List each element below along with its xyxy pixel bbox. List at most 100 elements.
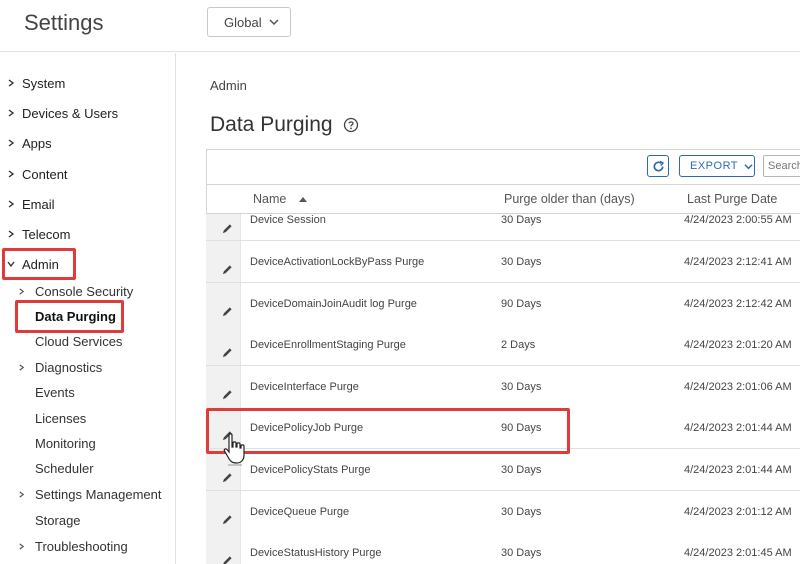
chevron-down-icon: [7, 261, 15, 268]
sidebar-item-admin[interactable]: Admin: [0, 252, 59, 276]
cell-last-purge-date: 4/24/2023 2:01:44 AM: [684, 422, 792, 435]
sidebar-subitem-label: Diagnostics: [35, 359, 103, 375]
sidebar-subitem-diagnostics[interactable]: Diagnostics: [18, 356, 102, 378]
sidebar-subitem-label: Data Purging: [35, 308, 116, 324]
pencil-icon[interactable]: [222, 264, 233, 275]
org-group-selector[interactable]: Global: [207, 7, 291, 37]
edit-cell[interactable]: [206, 407, 241, 449]
chevron-right-icon: [8, 170, 15, 178]
chevron-down-icon: [269, 19, 279, 26]
sidebar-item-content[interactable]: Content: [0, 162, 68, 186]
chevron-right-icon: [8, 200, 15, 208]
cell-last-purge-date: 4/24/2023 2:01:45 AM: [684, 547, 792, 560]
sidebar-item-apps[interactable]: Apps: [0, 131, 52, 155]
edit-cell[interactable]: [206, 324, 241, 366]
sidebar-subitem-label: Storage: [35, 512, 81, 528]
column-header-last-purge-date[interactable]: Last Purge Date: [687, 192, 777, 206]
cell-name: DeviceActivationLockByPass Purge: [250, 256, 425, 268]
breadcrumb[interactable]: Admin: [210, 78, 247, 93]
edit-cell[interactable]: [206, 214, 241, 240]
refresh-icon: [653, 160, 664, 172]
cell-name: Device Session: [250, 214, 326, 226]
sidebar-subitem-storage[interactable]: Storage: [18, 509, 81, 531]
sidebar-subitem-scheduler[interactable]: Scheduler: [18, 457, 94, 479]
pencil-icon[interactable]: [222, 223, 233, 234]
table-row[interactable]: DeviceDomainJoinAudit log Purge 90 Days 4/…: [206, 282, 800, 325]
pencil-icon[interactable]: [222, 430, 233, 441]
column-header-purge-older-than[interactable]: Purge older than (days): [504, 192, 635, 206]
top-header: Settings Global: [0, 0, 800, 52]
table-row[interactable]: DeviceActivationLockByPass Purge 30 Days 4…: [206, 241, 800, 283]
table-header: Name Purge older than (days) Last Purge …: [206, 184, 800, 214]
sort-ascending-icon[interactable]: [299, 196, 307, 202]
page-title-text: Data Purging: [210, 113, 333, 136]
table-row[interactable]: DeviceStatusHistory Purge 30 Days 4/24/202…: [206, 532, 800, 564]
app-title: Settings: [24, 10, 104, 35]
sidebar-subitem-console-security[interactable]: Console Security: [18, 280, 133, 302]
chevron-right-icon: [8, 79, 15, 87]
sidebar-subitem-label: Events: [35, 384, 75, 400]
table-row[interactable]: DevicePolicyStats Purge 30 Days 4/24/2023 …: [206, 449, 800, 491]
sidebar-subitem-cloud-services[interactable]: Cloud Services: [18, 330, 122, 352]
export-button[interactable]: EXPORT: [679, 155, 755, 177]
search-input[interactable]: [763, 155, 800, 177]
sidebar-item-devices-users[interactable]: Devices & Users: [0, 101, 118, 125]
cell-purge-older-than: 30 Days: [501, 464, 542, 476]
cell-purge-older-than: 2 Days: [501, 339, 536, 352]
sidebar-item-label: Apps: [22, 135, 52, 151]
chevron-right-icon: [19, 490, 25, 498]
edit-cell[interactable]: [206, 241, 241, 282]
sidebar-item-telecom[interactable]: Telecom: [0, 222, 70, 246]
sidebar-item-system[interactable]: System: [0, 71, 65, 95]
sidebar-subitem-data-purging[interactable]: Data Purging: [18, 305, 116, 327]
pencil-icon[interactable]: [222, 389, 233, 400]
table-row[interactable]: Device Session 30 Days 4/24/2023 2:00:55 A…: [206, 214, 800, 241]
pencil-icon[interactable]: [222, 306, 233, 317]
sidebar-subitem-settings-management[interactable]: Settings Management: [18, 483, 161, 505]
sidebar-subitem-label: Console Security: [35, 283, 134, 299]
sidebar-item-label: Devices & Users: [22, 105, 119, 121]
pencil-icon[interactable]: [222, 472, 233, 483]
chevron-right-icon: [8, 109, 15, 117]
cell-purge-older-than: 90 Days: [501, 297, 542, 310]
sidebar-subitem-label: Troubleshooting: [35, 538, 128, 554]
edit-cell[interactable]: [206, 365, 241, 407]
cell-purge-older-than: 90 Days: [501, 422, 542, 435]
cell-purge-older-than: 30 Days: [501, 214, 542, 226]
sidebar-item-email[interactable]: Email: [0, 192, 55, 216]
sidebar-item-label: Telecom: [22, 226, 71, 242]
table-row[interactable]: DeviceInterface Purge 30 Days 4/24/2023 2:…: [206, 365, 800, 408]
sidebar-subitem-licenses[interactable]: Licenses: [18, 407, 86, 429]
table-row[interactable]: DeviceEnrollmentStaging Purge 2 Days 4/24/…: [206, 324, 800, 367]
sidebar-subitem-events[interactable]: Events: [18, 381, 75, 403]
org-group-label: Global: [224, 14, 262, 30]
cell-last-purge-date: 4/24/2023 2:01:06 AM: [684, 380, 792, 393]
cell-last-purge-date: 4/24/2023 2:00:55 AM: [684, 214, 792, 226]
sidebar-subitem-monitoring[interactable]: Monitoring: [18, 432, 96, 454]
edit-cell[interactable]: [206, 490, 241, 532]
sidebar-subitem-label: Licenses: [35, 410, 87, 426]
pencil-icon[interactable]: [222, 514, 233, 525]
cell-last-purge-date: 4/24/2023 2:01:12 AM: [684, 505, 792, 518]
sidebar-subitem-label: Cloud Services: [35, 333, 123, 349]
column-header-name[interactable]: Name: [253, 192, 286, 206]
edit-cell[interactable]: [206, 282, 241, 324]
cell-name: DevicePolicyJob Purge: [250, 422, 364, 435]
sidebar-item-label: Admin: [22, 256, 59, 272]
edit-cell[interactable]: [206, 449, 241, 490]
edit-cell[interactable]: [206, 532, 241, 564]
cell-last-purge-date: 4/24/2023 2:12:41 AM: [684, 256, 792, 268]
pencil-icon[interactable]: [222, 555, 233, 564]
sidebar-subitem-troubleshooting[interactable]: Troubleshooting: [18, 535, 128, 557]
chevron-right-icon: [8, 230, 15, 238]
table-row[interactable]: DeviceQueue Purge 30 Days 4/24/2023 2:01:1…: [206, 490, 800, 533]
help-icon[interactable]: [343, 117, 359, 133]
chevron-right-icon: [19, 287, 25, 295]
chevron-right-icon: [19, 363, 25, 371]
refresh-button[interactable]: [647, 155, 669, 177]
table-row[interactable]: DevicePolicyJob Purge 90 Days 4/24/2023 2:…: [206, 407, 800, 450]
pencil-icon[interactable]: [222, 347, 233, 358]
chevron-right-icon: [8, 139, 15, 147]
sidebar-item-label: Content: [22, 166, 68, 182]
cell-purge-older-than: 30 Days: [501, 256, 542, 268]
